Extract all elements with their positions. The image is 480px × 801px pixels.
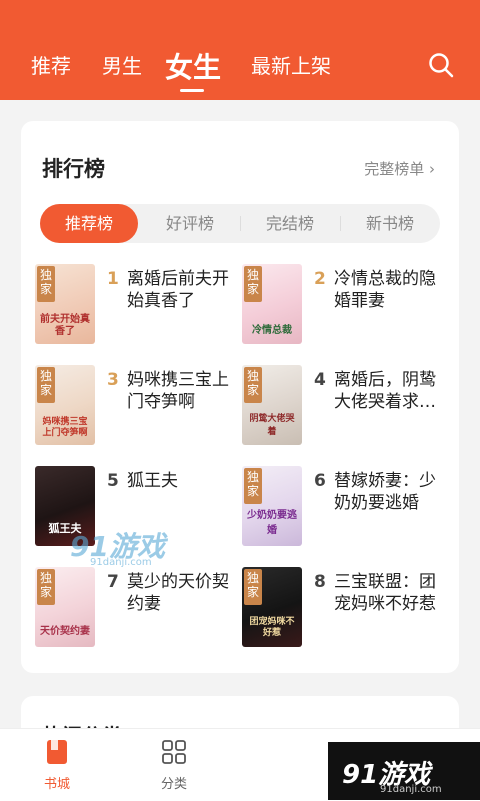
exclusive-badge: 独家 — [37, 367, 55, 403]
top-header: 推荐 男生 女生 最新上架 — [0, 0, 480, 100]
book-title: 莫少的天价契约妻 — [127, 572, 229, 614]
book-title: 妈咪携三宝上门夺笋啊 — [127, 370, 229, 412]
ranking-segment-control: 推荐榜 好评榜 完结榜 新书榜 — [40, 204, 440, 243]
cover-title: 前夫开始真香了 — [40, 314, 90, 337]
segment-recommend[interactable]: 推荐榜 — [40, 204, 138, 243]
book-item-3[interactable]: 独家 妈咪携三宝上门夺笋啊 3 妈咪携三宝上门夺笋啊 — [35, 365, 245, 447]
book-cover: 独家 团宠妈咪不好惹 — [242, 567, 302, 647]
book-title: 冷情总裁的隐婚罪妻 — [334, 269, 436, 311]
rank-number: 5 — [107, 471, 119, 491]
tab-category[interactable]: 分类 — [134, 729, 214, 801]
cover-title: 冷情总裁 — [252, 325, 292, 336]
book-cover: 独家 冷情总裁 — [242, 264, 302, 344]
cover-title: 妈咪携三宝上门夺笋啊 — [42, 417, 88, 438]
segment-rating[interactable]: 好评榜 — [140, 204, 240, 243]
book-cover: 独家 天价契约妻 — [35, 567, 95, 647]
search-icon[interactable] — [428, 52, 454, 78]
rank-number: 4 — [314, 370, 326, 390]
book-cover: 独家 阴鸷大佬哭着 — [242, 365, 302, 445]
rank-number: 7 — [107, 572, 119, 592]
book-item-7[interactable]: 独家 天价契约妻 7 莫少的天价契约妻 — [35, 567, 245, 649]
cover-title: 天价契约妻 — [40, 626, 90, 637]
exclusive-badge: 独家 — [244, 468, 262, 504]
ranking-title: 排行榜 — [42, 157, 105, 181]
ranking-card: 排行榜 完整榜单 › 推荐榜 好评榜 完结榜 新书榜 独家 前夫开始真香了 1 … — [21, 121, 459, 673]
tab-recommend[interactable]: 推荐 — [31, 50, 71, 79]
corner-watermark: 91游戏 91danji.com — [328, 742, 480, 800]
grid-icon — [161, 739, 187, 765]
rank-number: 8 — [314, 572, 326, 592]
book-title: 离婚后前夫开始真香了 — [127, 269, 229, 311]
exclusive-badge: 独家 — [244, 266, 262, 302]
book-item-8[interactable]: 独家 团宠妈咪不好惹 8 三宝联盟：团宠妈咪不好惹 — [242, 567, 452, 649]
tab-bookstore[interactable]: 书城 — [17, 729, 97, 801]
book-icon — [46, 739, 68, 765]
book-title: 离婚后，阴鸷大佬哭着求… — [334, 370, 436, 412]
tab-new-release[interactable]: 最新上架 — [251, 50, 331, 79]
book-item-1[interactable]: 独家 前夫开始真香了 1 离婚后前夫开始真香了 — [35, 264, 245, 346]
cover-title: 团宠妈咪不好惹 — [249, 617, 295, 638]
tab-label: 分类 — [160, 777, 187, 792]
full-ranking-link[interactable]: 完整榜单 › — [364, 158, 435, 179]
segment-completed[interactable]: 完结榜 — [240, 204, 340, 243]
watermark-logo: 91游戏 91danji.com — [70, 530, 165, 568]
book-cover: 独家 前夫开始真香了 — [35, 264, 95, 344]
exclusive-badge: 独家 — [37, 569, 55, 605]
rank-number: 3 — [107, 370, 119, 390]
book-item-4[interactable]: 独家 阴鸷大佬哭着 4 离婚后，阴鸷大佬哭着求… — [242, 365, 452, 447]
tab-female[interactable]: 女生 — [165, 46, 221, 86]
active-tab-indicator — [180, 89, 204, 92]
book-title: 替嫁娇妻：少奶奶要逃婚 — [334, 471, 436, 513]
rank-number: 2 — [314, 269, 326, 289]
rank-number: 1 — [107, 269, 119, 289]
book-cover: 独家 妈咪携三宝上门夺笋啊 — [35, 365, 95, 445]
tab-label: 书城 — [43, 777, 70, 792]
book-cover: 独家 少奶奶要逃婚 — [242, 466, 302, 546]
book-title: 三宝联盟：团宠妈咪不好惹 — [334, 572, 436, 614]
segment-new[interactable]: 新书榜 — [340, 204, 440, 243]
tab-male[interactable]: 男生 — [102, 50, 142, 79]
cover-title: 少奶奶要逃婚 — [247, 510, 297, 536]
exclusive-badge: 独家 — [244, 569, 262, 605]
book-item-2[interactable]: 独家 冷情总裁 2 冷情总裁的隐婚罪妻 — [242, 264, 452, 346]
book-title: 狐王夫 — [127, 471, 178, 491]
exclusive-badge: 独家 — [244, 367, 262, 403]
book-item-6[interactable]: 独家 少奶奶要逃婚 6 替嫁娇妻：少奶奶要逃婚 — [242, 466, 452, 548]
rank-number: 6 — [314, 471, 326, 491]
cover-title: 阴鸷大佬哭着 — [249, 414, 295, 437]
exclusive-badge: 独家 — [37, 266, 55, 302]
